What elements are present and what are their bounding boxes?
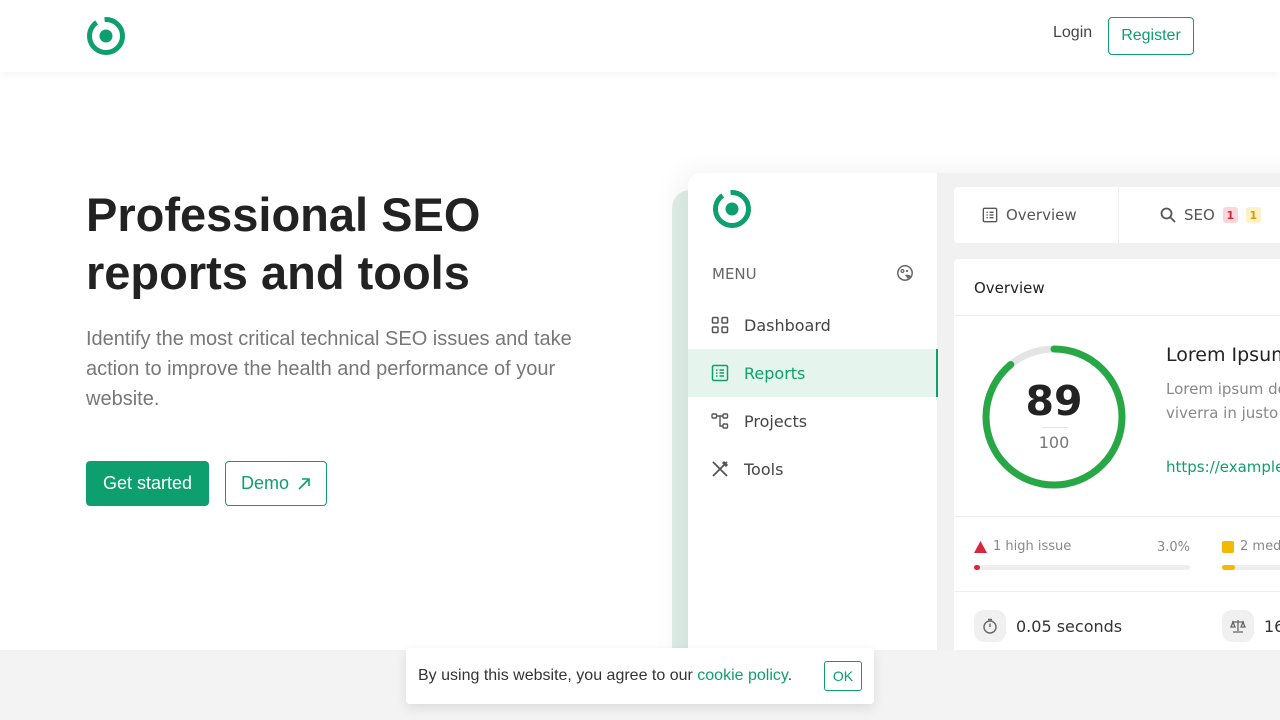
load-time-stat: 0.05 seconds: [974, 610, 1122, 642]
demo-label: Demo: [240, 473, 289, 493]
list-icon: [710, 363, 730, 383]
tab-overview[interactable]: Overview: [982, 187, 1077, 243]
theme-toggle-icon[interactable]: [896, 264, 914, 282]
scale-icon: [1222, 610, 1254, 642]
score-value: 89: [1025, 377, 1083, 425]
page-size-stat: 16: [1222, 610, 1280, 642]
tab-divider: [1118, 187, 1119, 243]
menu-label: MENU: [712, 265, 757, 283]
high-issue-bar-fill: [974, 565, 981, 570]
card-heading: Overview: [974, 279, 1045, 297]
app-preview: MENU Dashboard Reports Projects Tools Ov…: [688, 173, 1280, 673]
cookie-policy-link[interactable]: cookie policy: [697, 667, 787, 684]
target-logo-icon: [713, 190, 751, 228]
square-icon: [1222, 540, 1234, 553]
tab-label: Overview: [1006, 206, 1077, 224]
report-tabs: Overview SEO 1 1: [954, 187, 1280, 243]
cookie-ok-button[interactable]: OK: [824, 661, 862, 691]
get-started-button[interactable]: Get started: [86, 461, 209, 506]
medium-issue-bar: [1222, 565, 1280, 570]
divider: [954, 516, 1280, 517]
hero-subtitle: Identify the most critical technical SEO…: [86, 328, 572, 410]
sidebar-item-label: Reports: [744, 363, 806, 383]
cookie-banner: By using this website, you agree to our …: [406, 648, 874, 704]
sidebar-item-projects[interactable]: Projects: [688, 397, 938, 445]
hierarchy-icon: [710, 411, 730, 431]
issue-label: 1 high issue: [993, 539, 1072, 554]
sidebar-item-label: Tools: [744, 459, 784, 479]
search-icon: [1160, 207, 1176, 223]
sidebar-item-label: Dashboard: [744, 315, 831, 335]
divider: [954, 591, 1280, 592]
high-issue-badge: 1: [1222, 207, 1238, 223]
high-issues[interactable]: 1 high issue: [974, 539, 1071, 554]
stopwatch-icon: [974, 610, 1006, 642]
sidebar-item-reports[interactable]: Reports: [688, 349, 938, 397]
stat-label: 16: [1264, 616, 1280, 636]
sidebar-item-tools[interactable]: Tools: [688, 445, 938, 493]
site-url-link[interactable]: https://example: [1166, 458, 1280, 476]
navbar: Login Register: [0, 0, 1280, 72]
sidebar: MENU Dashboard Reports Projects Tools: [688, 173, 938, 673]
sidebar-item-dashboard[interactable]: Dashboard: [688, 301, 938, 349]
high-issue-bar: [974, 565, 1190, 570]
tools-icon: [710, 459, 730, 479]
divider: [954, 315, 1280, 316]
cookie-text: By using this website, you agree to our …: [418, 667, 793, 684]
score-max: 100: [1038, 433, 1070, 452]
overview-card: Overview 89 100 Lorem Ipsum Lorem ipsum …: [954, 259, 1280, 673]
hero-title: Professional SEO reports and tools: [86, 188, 481, 299]
stat-label: 0.05 seconds: [1016, 616, 1123, 636]
medium-issues[interactable]: 2 medium issues: [1222, 539, 1280, 554]
medium-issue-bar-fill: [1222, 565, 1235, 570]
medium-issue-badge: 1: [1245, 207, 1261, 223]
site-description: Lorem ipsum dolor sit amet, eros sem, vi…: [1166, 380, 1280, 422]
issue-percent: 3.0%: [1157, 540, 1191, 555]
tab-label: SEO: [1184, 206, 1215, 224]
demo-button[interactable]: Demo: [225, 461, 327, 506]
arrow-up-right-icon: [298, 477, 310, 490]
target-logo-icon[interactable]: [86, 16, 126, 56]
site-title: Lorem Ipsum: [1166, 344, 1280, 366]
login-link[interactable]: Login: [1053, 24, 1092, 42]
sidebar-item-label: Projects: [744, 411, 808, 431]
tab-seo[interactable]: SEO 1 1: [1160, 187, 1261, 243]
triangle-warning-icon: [974, 540, 987, 553]
list-icon: [982, 207, 998, 223]
register-button[interactable]: Register: [1108, 17, 1194, 55]
grid-icon: [710, 315, 730, 335]
score-divider: [1042, 427, 1068, 428]
issue-label: 2 medium issues: [1240, 539, 1280, 554]
